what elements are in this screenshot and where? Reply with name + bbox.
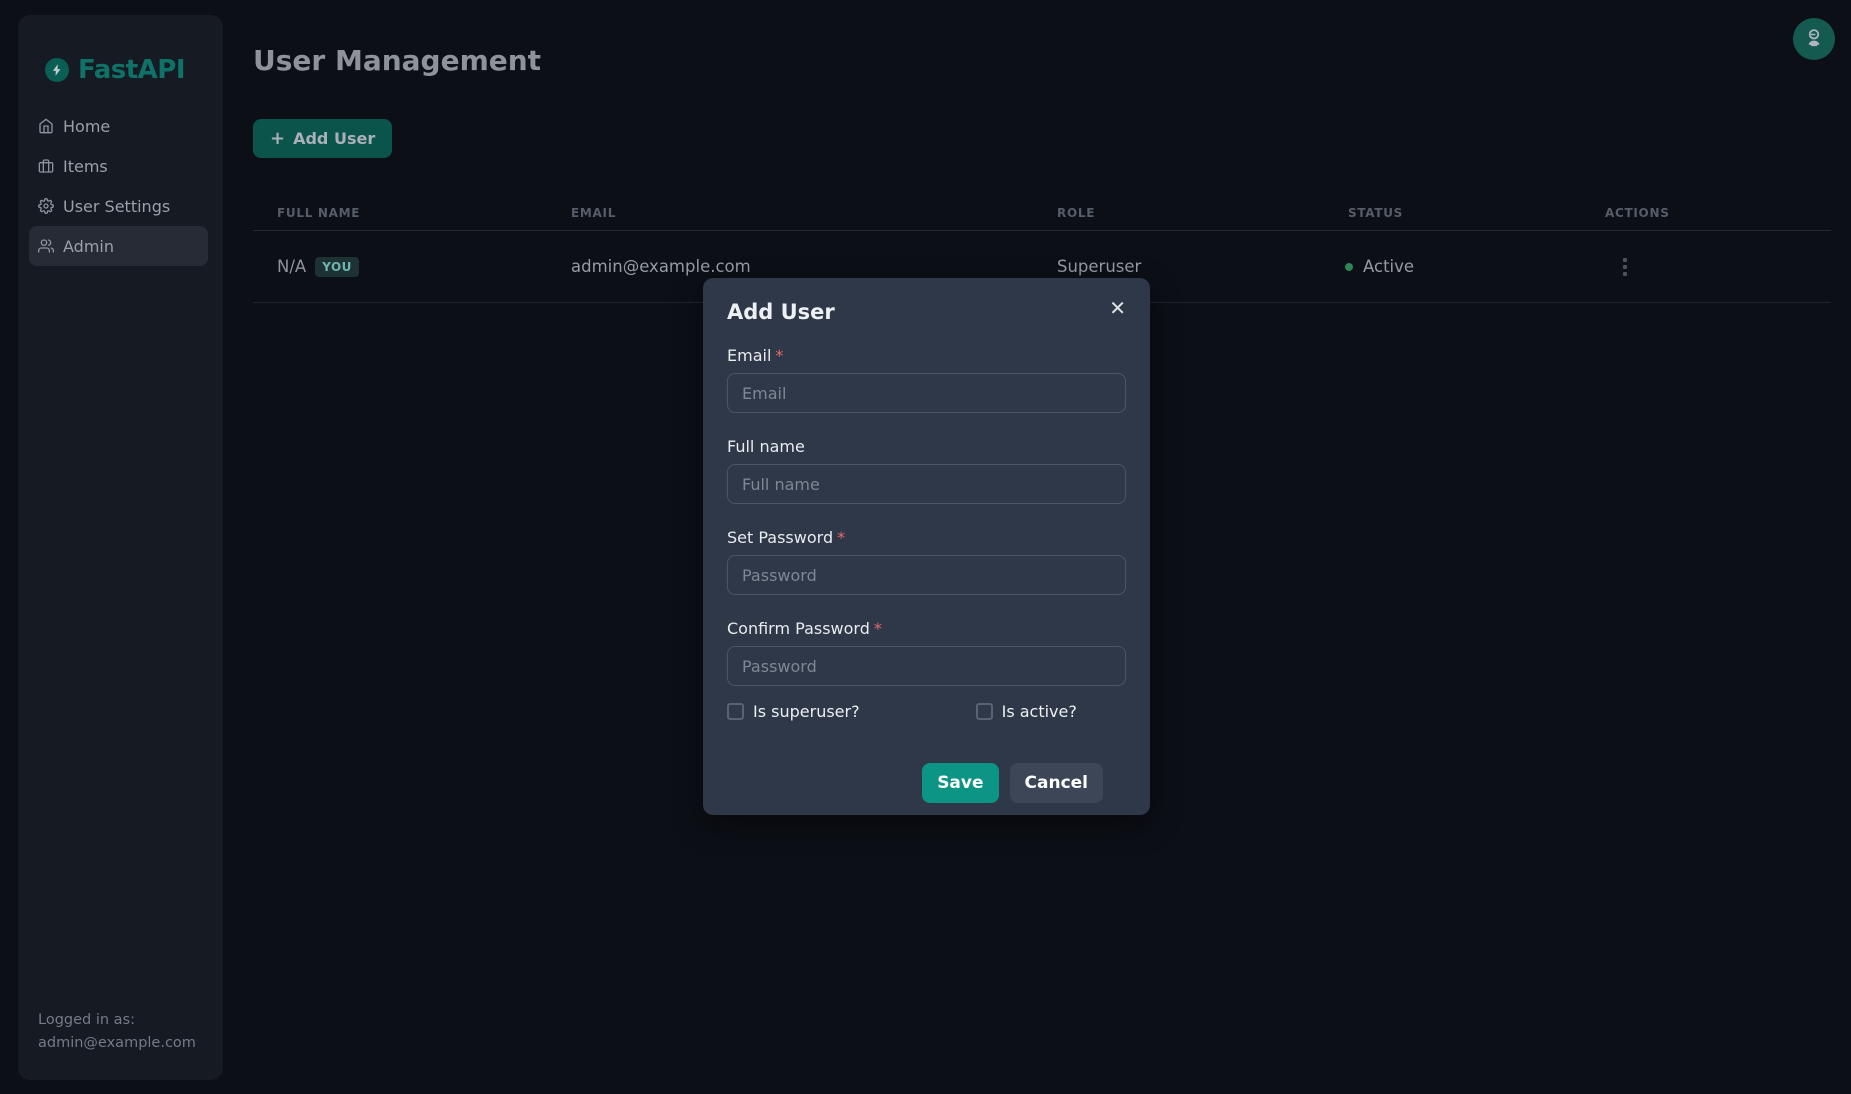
confirm-password-label-text: Confirm Password — [727, 619, 870, 638]
modal-title: Add User — [727, 300, 1126, 324]
email-label-text: Email — [727, 346, 771, 365]
save-button[interactable]: Save — [922, 763, 998, 803]
full-name-label-text: Full name — [727, 437, 805, 456]
add-user-modal: ✕ Add User Email* Full name Set Password… — [703, 278, 1150, 815]
email-label: Email* — [727, 346, 1126, 365]
checkbox-icon[interactable] — [727, 703, 744, 720]
confirm-password-field[interactable] — [727, 646, 1126, 686]
is-active-label: Is active? — [1002, 702, 1077, 721]
is-superuser-label: Is superuser? — [753, 702, 860, 721]
app-page: FastAPI Home Items User Settings — [0, 0, 1851, 1094]
required-asterisk: * — [775, 346, 783, 365]
email-field[interactable] — [727, 373, 1126, 413]
is-active-checkbox[interactable]: Is active? — [976, 702, 1077, 721]
modal-footer: Save Cancel — [727, 721, 1126, 803]
full-name-field[interactable] — [727, 464, 1126, 504]
checkbox-icon[interactable] — [976, 703, 993, 720]
set-password-field-group: Set Password* — [727, 528, 1126, 595]
required-asterisk: * — [874, 619, 882, 638]
confirm-password-field-group: Confirm Password* — [727, 619, 1126, 686]
cancel-button[interactable]: Cancel — [1010, 763, 1103, 803]
modal-header: Add User — [703, 278, 1150, 324]
confirm-password-label: Confirm Password* — [727, 619, 1126, 638]
email-field-group: Email* — [727, 346, 1126, 413]
modal-body: Email* Full name Set Password* Confirm P… — [703, 324, 1150, 803]
set-password-field[interactable] — [727, 555, 1126, 595]
modal-checkbox-row: Is superuser? Is active? — [727, 702, 1126, 721]
full-name-field-group: Full name — [727, 437, 1126, 504]
set-password-label: Set Password* — [727, 528, 1126, 547]
is-superuser-checkbox[interactable]: Is superuser? — [727, 702, 860, 721]
required-asterisk: * — [837, 528, 845, 547]
full-name-label: Full name — [727, 437, 1126, 456]
set-password-label-text: Set Password — [727, 528, 833, 547]
close-icon[interactable]: ✕ — [1103, 292, 1132, 324]
